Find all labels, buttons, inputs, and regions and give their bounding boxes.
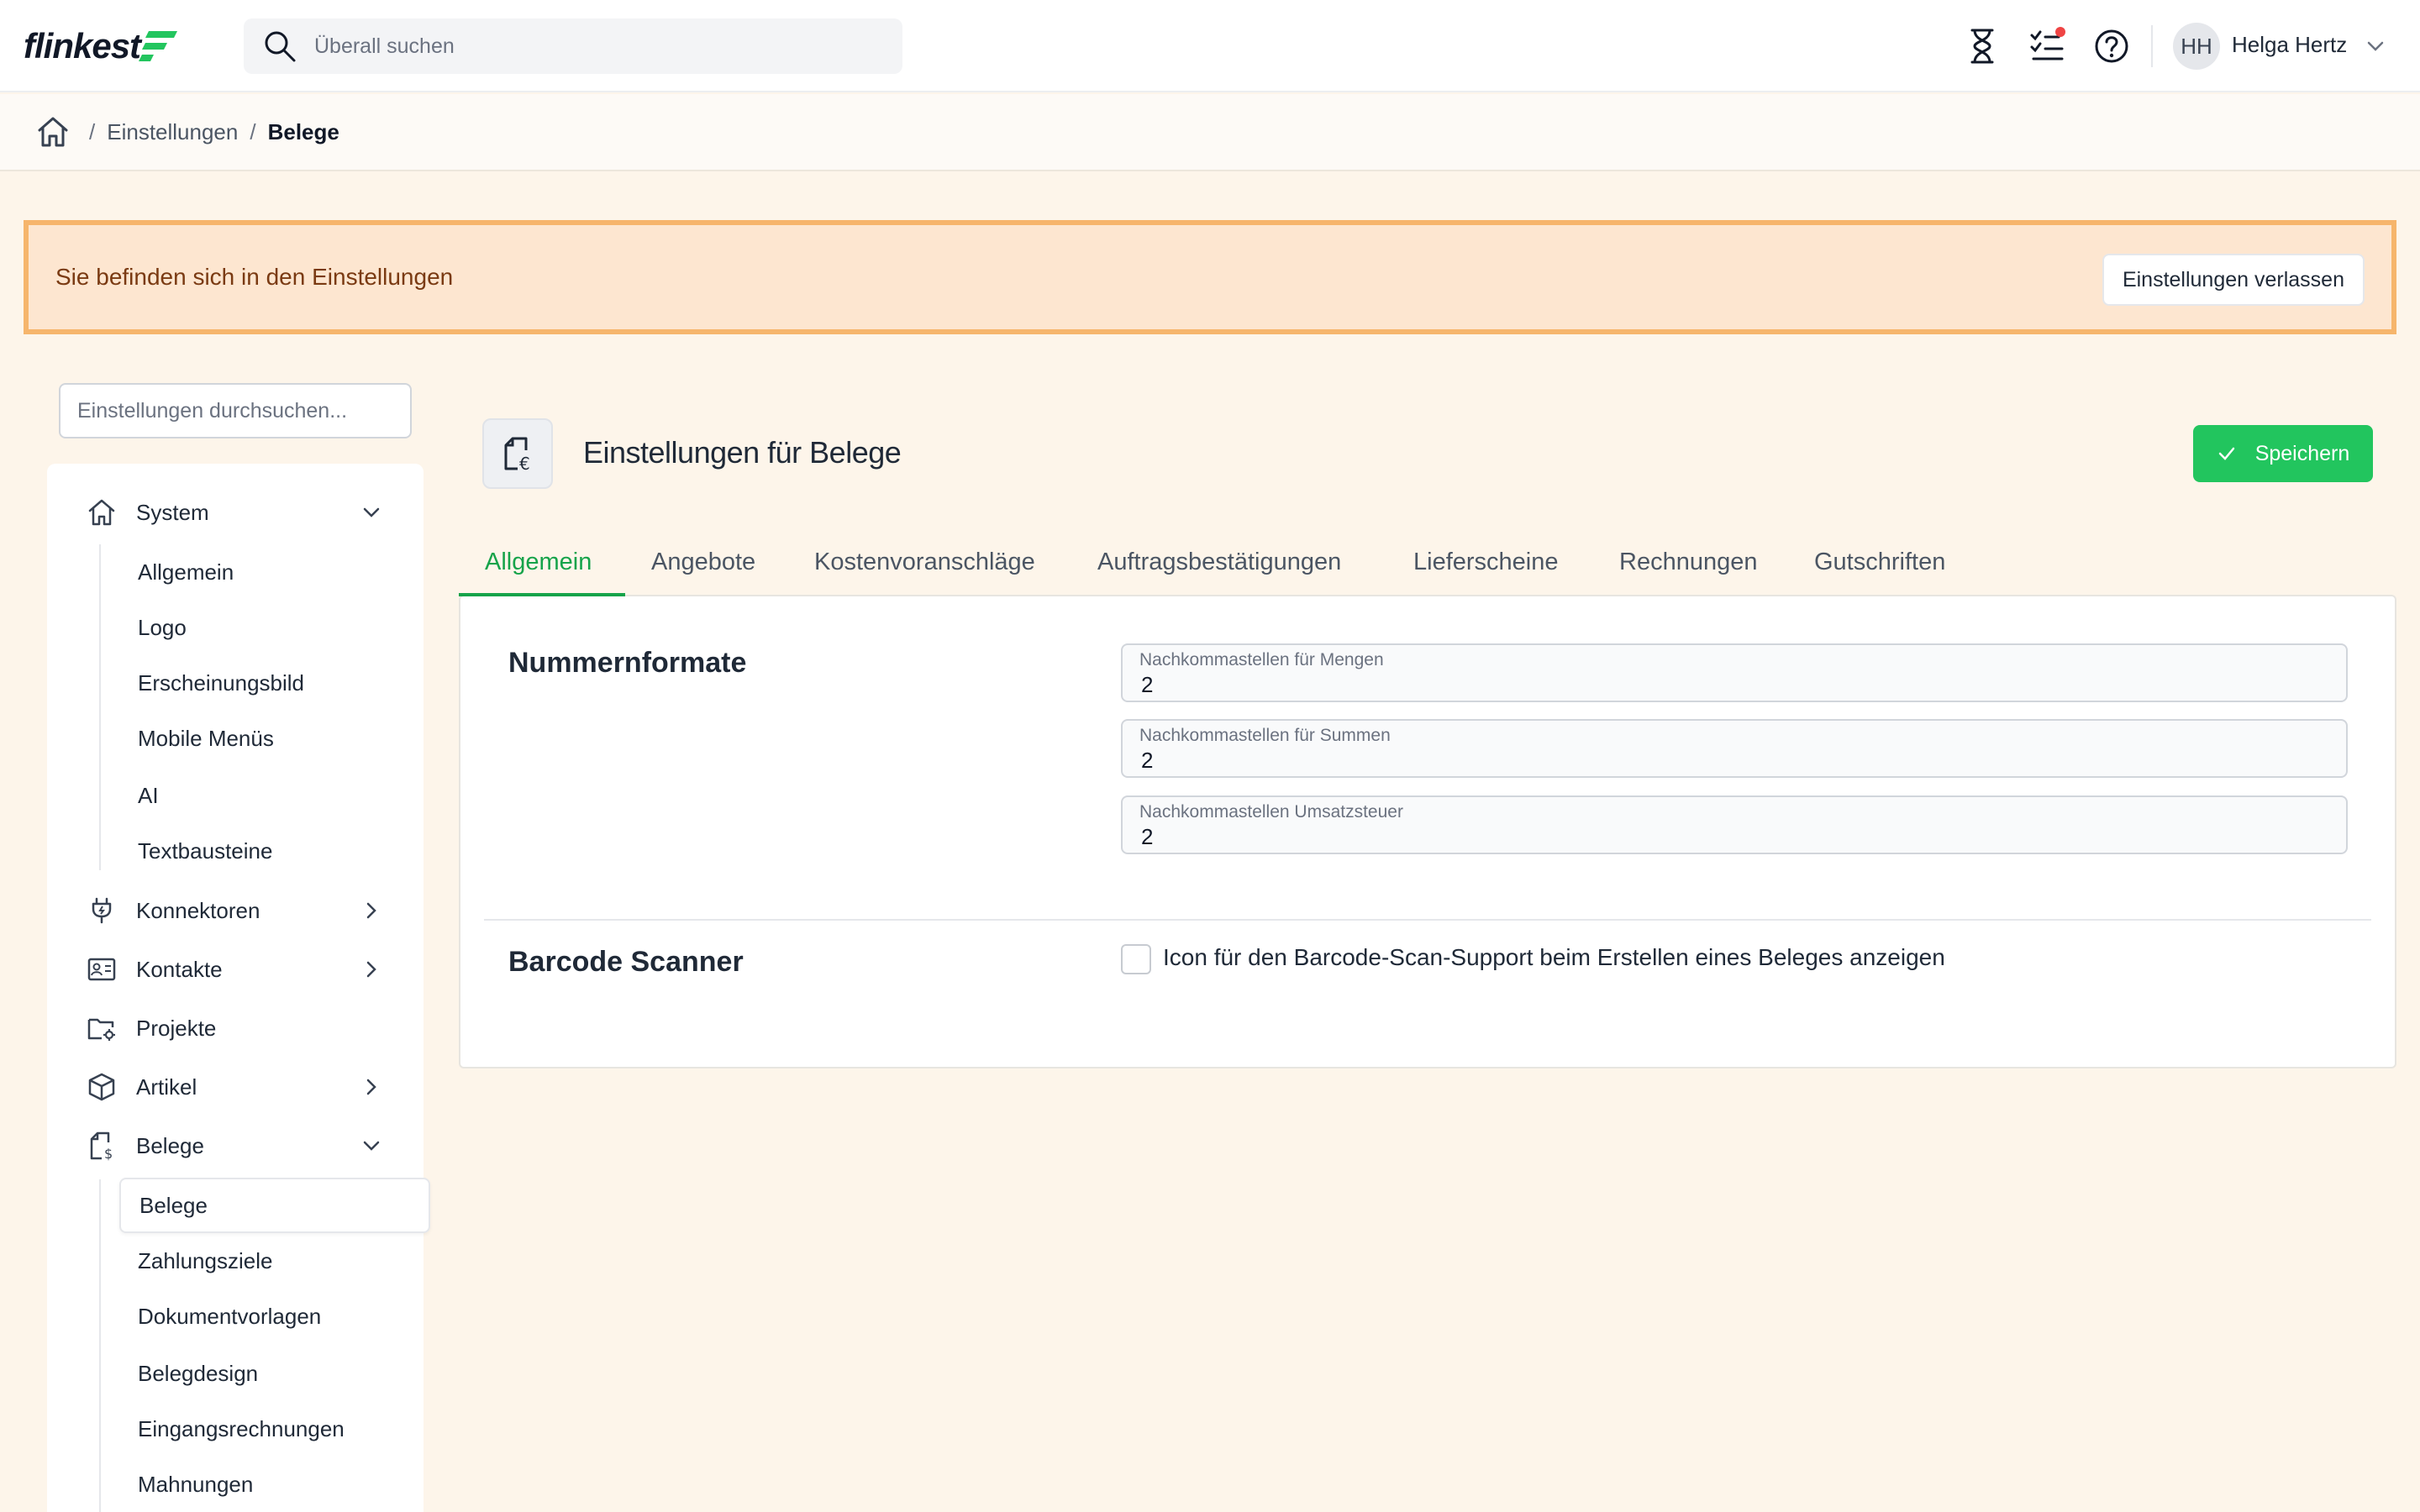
active-tab-indicator [459, 593, 625, 596]
chevron-right-icon [366, 1079, 376, 1095]
sidebar-item-konnektoren[interactable]: Konnektoren [47, 887, 424, 934]
field-value: 2 [1141, 672, 1154, 697]
user-name[interactable]: Helga Hertz [2232, 32, 2347, 58]
home-icon[interactable] [35, 114, 71, 150]
sidebar-item-logo[interactable]: Logo [138, 606, 187, 648]
sidebar-item-system[interactable]: System [47, 489, 424, 536]
top-bar: flinkest Überall suchen HH Helga Hertz [0, 0, 2420, 92]
sidebar-item-erscheinungsbild[interactable]: Erscheinungsbild [138, 662, 304, 704]
search-icon [265, 31, 296, 62]
sidebar-item-projekte[interactable]: Projekte [47, 1005, 424, 1052]
sidebar-item-artikel[interactable]: Artikel [47, 1063, 424, 1110]
settings-sidebar: System Allgemein Logo Erscheinungsbild M… [47, 464, 430, 1512]
sidebar-item-belegdesign[interactable]: Belegdesign [138, 1352, 258, 1394]
breadcrumb-separator: / [250, 118, 256, 144]
leave-settings-button[interactable]: Einstellungen verlassen [2102, 254, 2365, 306]
sidebar-item-kontakte[interactable]: Kontakte [47, 946, 424, 993]
field-value: 2 [1141, 824, 1154, 849]
chevron-right-icon [366, 961, 376, 978]
submenu-line [99, 1179, 101, 1512]
tab-allgemein[interactable]: Allgemein [485, 528, 592, 596]
field-label: Nachkommastellen für Mengen [1139, 650, 1384, 669]
sidebar-item-label: System [136, 499, 209, 525]
sidebar-item-mobile-menus[interactable]: Mobile Menüs [138, 717, 274, 759]
chevron-down-icon [363, 1141, 380, 1151]
settings-search-placeholder: Einstellungen durchsuchen... [77, 398, 348, 423]
header-divider [2151, 25, 2153, 67]
sidebar-item-belege[interactable]: $ Belege [47, 1122, 424, 1169]
search-placeholder: Überall suchen [314, 34, 455, 58]
settings-banner: Sie befinden sich in den Einstellungen E… [24, 220, 2396, 334]
sidebar-item-label: Kontakte [136, 956, 223, 982]
barcode-checkbox-label[interactable]: Icon für den Barcode-Scan-Support beim E… [1163, 944, 1945, 971]
folder-settings-icon [86, 1012, 118, 1044]
sidebar-item-belege-active[interactable]: Belege [119, 1178, 430, 1233]
tab-rechnungen[interactable]: Rechnungen [1619, 528, 1757, 596]
section-title-nummernformate: Nummernformate [508, 647, 747, 679]
tab-gutschriften[interactable]: Gutschriften [1814, 528, 1945, 596]
tab-lieferscheine[interactable]: Lieferscheine [1413, 528, 1559, 596]
page-title: Einstellungen für Belege [583, 435, 902, 470]
field-value: 2 [1141, 748, 1154, 773]
sidebar-item-eingangsrechnungen[interactable]: Eingangsrechnungen [138, 1408, 345, 1450]
tab-auftragsbestaetigungen[interactable]: Auftragsbestätigungen [1097, 528, 1341, 596]
chevron-down-icon[interactable] [2363, 34, 2388, 59]
logo-text: flinkest [24, 26, 141, 66]
document-dollar-icon: $ [86, 1130, 118, 1162]
decimals-sum-field[interactable]: Nachkommastellen für Summen 2 [1121, 719, 2348, 778]
save-button[interactable]: Speichern [2193, 425, 2373, 482]
submenu-line [99, 544, 101, 870]
barcode-icon-checkbox[interactable] [1121, 944, 1151, 974]
tab-angebote[interactable]: Angebote [651, 528, 755, 596]
settings-search-input[interactable]: Einstellungen durchsuchen... [59, 383, 412, 438]
sidebar-item-label: Projekte [136, 1015, 217, 1041]
svg-text:€: € [519, 454, 530, 474]
global-search-input[interactable]: Überall suchen [244, 18, 902, 74]
chevron-down-icon [363, 507, 380, 517]
cube-icon [86, 1071, 118, 1103]
section-divider [484, 919, 2371, 921]
chevron-right-icon [366, 902, 376, 919]
sidebar-item-dokumentvorlagen[interactable]: Dokumentvorlagen [138, 1295, 321, 1337]
contact-card-icon [86, 953, 118, 985]
svg-text:$: $ [104, 1146, 113, 1161]
plug-icon [86, 895, 118, 927]
field-label: Nachkommastellen Umsatzsteuer [1139, 802, 1403, 822]
sidebar-item-label: Belege [136, 1132, 204, 1158]
avatar[interactable]: HH [2173, 23, 2220, 70]
decimals-quantity-field[interactable]: Nachkommastellen für Mengen 2 [1121, 643, 2348, 702]
decimals-vat-field[interactable]: Nachkommastellen Umsatzsteuer 2 [1121, 795, 2348, 854]
breadcrumb-einstellungen[interactable]: Einstellungen [107, 119, 238, 145]
sidebar-item-mahnungen[interactable]: Mahnungen [138, 1463, 253, 1505]
breadcrumb-current: Belege [267, 118, 339, 144]
sidebar-item-zahlungsziele[interactable]: Zahlungsziele [138, 1240, 272, 1282]
logo-mark-icon [139, 31, 178, 61]
banner-text: Sie befinden sich in den Einstellungen [55, 264, 454, 290]
field-label: Nachkommastellen für Summen [1139, 726, 1391, 745]
sidebar-item-label: Konnektoren [136, 897, 260, 923]
tab-kostenvoranschlaege[interactable]: Kostenvoranschläge [814, 528, 1035, 596]
save-button-label: Speichern [2254, 441, 2350, 465]
tasks-icon[interactable] [2025, 24, 2070, 69]
sidebar-item-ai[interactable]: AI [138, 774, 159, 816]
help-icon[interactable] [2089, 24, 2134, 69]
section-title-barcode: Barcode Scanner [508, 946, 744, 978]
breadcrumb-separator: / [89, 118, 96, 144]
sidebar-item-label: Artikel [136, 1074, 197, 1100]
document-euro-icon: € [482, 418, 553, 489]
app-logo[interactable]: flinkest [24, 25, 179, 67]
home-icon [86, 496, 118, 528]
check-icon [2218, 447, 2234, 460]
sidebar-item-allgemein[interactable]: Allgemein [138, 551, 234, 593]
hourglass-icon[interactable] [1960, 24, 2005, 69]
breadcrumb: / Einstellungen / Belege [0, 94, 2420, 171]
sidebar-item-textbausteine[interactable]: Textbausteine [138, 830, 272, 872]
